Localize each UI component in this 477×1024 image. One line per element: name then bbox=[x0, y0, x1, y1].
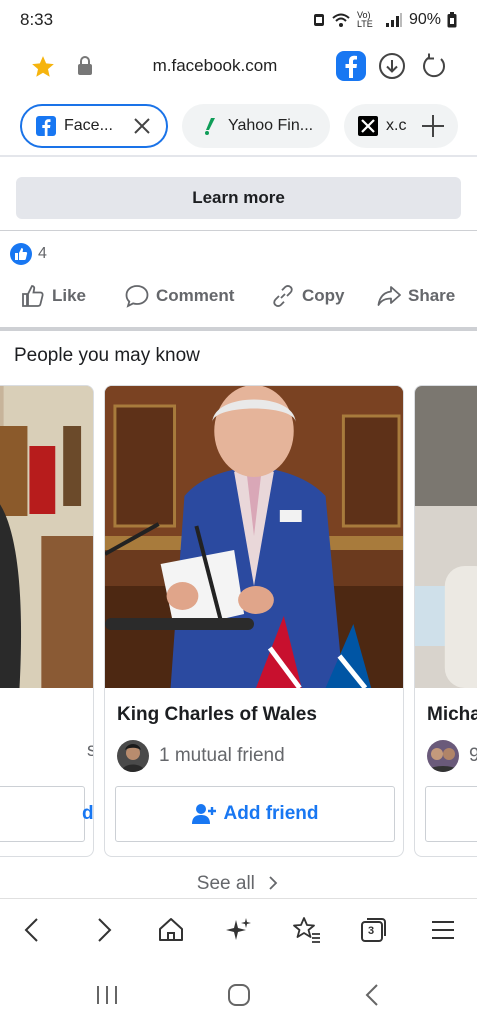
see-all-link[interactable]: See all bbox=[0, 873, 477, 895]
mutual-friends-text: 1 mutual friend bbox=[159, 745, 285, 766]
system-home-icon[interactable] bbox=[224, 980, 254, 1010]
profile-photo[interactable] bbox=[0, 386, 93, 688]
copy-button[interactable]: Copy bbox=[270, 283, 345, 309]
page-content[interactable]: Learn more 4 Like Comment Copy Share Peo… bbox=[0, 155, 477, 897]
comment-button[interactable]: Comment bbox=[124, 283, 234, 309]
battery-percent: 90% bbox=[408, 11, 441, 28]
tab-facebook[interactable]: Face... bbox=[20, 104, 168, 148]
comment-icon bbox=[125, 285, 149, 308]
add-friend-button[interactable]: d bbox=[0, 786, 93, 842]
system-back-icon[interactable] bbox=[358, 980, 388, 1010]
recents-icon[interactable] bbox=[92, 980, 122, 1010]
close-icon[interactable] bbox=[132, 116, 152, 136]
reaction-summary[interactable]: 4 bbox=[10, 243, 47, 265]
url-field[interactable]: m.facebook.com bbox=[120, 56, 310, 76]
sparkle-icon[interactable] bbox=[224, 915, 254, 945]
mutual-friend-avatar bbox=[117, 740, 149, 772]
new-tab-icon[interactable] bbox=[420, 113, 446, 139]
tab-label: Face... bbox=[64, 117, 113, 134]
x-icon bbox=[358, 116, 378, 136]
suggestion-card[interactable]: King Charles of Wales 1 mutual friend Ad… bbox=[104, 385, 404, 857]
system-navigation-bar bbox=[0, 970, 477, 1024]
tabs-button[interactable]: 3 bbox=[358, 915, 388, 945]
browser-bottom-bar: 3 bbox=[0, 898, 477, 960]
facebook-app-icon[interactable] bbox=[336, 51, 366, 81]
notification-icon bbox=[313, 14, 324, 26]
share-icon bbox=[377, 286, 401, 306]
like-button[interactable]: Like bbox=[20, 283, 86, 309]
mutual-friends-text: 9 bbox=[469, 745, 477, 767]
add-friend-button[interactable] bbox=[425, 786, 477, 842]
chevron-right-icon bbox=[269, 876, 278, 890]
learn-more-button[interactable]: Learn more bbox=[16, 177, 461, 219]
mutual-friend-avatar bbox=[427, 740, 459, 772]
people-you-may-know-title: People you may know bbox=[14, 345, 200, 366]
see-all-label: See all bbox=[196, 873, 255, 894]
facebook-icon bbox=[36, 116, 56, 136]
comment-label: Comment bbox=[156, 286, 235, 305]
status-bar: 8:33 Vo) LTE 90% bbox=[0, 0, 477, 40]
back-icon[interactable] bbox=[18, 915, 48, 945]
refresh-icon[interactable] bbox=[420, 52, 448, 80]
status-indicators: Vo) LTE 90% bbox=[313, 11, 457, 29]
tab-strip: Face... Yahoo Fin... x.c bbox=[0, 104, 477, 152]
section-divider bbox=[0, 327, 477, 331]
add-friend-icon bbox=[191, 804, 216, 824]
mutual-friends: 1 mutual friend bbox=[117, 740, 285, 772]
add-friend-label: d bbox=[82, 803, 94, 824]
tab-label: Yahoo Fin... bbox=[228, 117, 314, 134]
link-icon bbox=[273, 285, 293, 307]
copy-label: Copy bbox=[302, 286, 345, 305]
download-icon[interactable] bbox=[378, 52, 406, 80]
network-label: Vo) LTE bbox=[356, 10, 373, 29]
divider bbox=[0, 155, 477, 157]
tab-label: x.c bbox=[386, 117, 407, 134]
status-time: 8:33 bbox=[20, 10, 54, 29]
suggestion-name[interactable]: King Charles of Wales bbox=[117, 704, 317, 726]
share-label: Share bbox=[408, 286, 456, 305]
add-friend-button[interactable]: Add friend bbox=[115, 786, 395, 842]
thumbs-up-icon bbox=[22, 285, 44, 307]
mutual-friends-text: s bbox=[87, 740, 93, 762]
suggestion-card[interactable]: s d bbox=[0, 385, 94, 857]
mutual-friends: 9 bbox=[427, 740, 477, 772]
battery-icon bbox=[447, 12, 457, 28]
tabs-count: 3 bbox=[367, 925, 375, 937]
post-actions: Like Comment Copy Share bbox=[0, 283, 477, 313]
forward-icon[interactable] bbox=[88, 915, 118, 945]
browser-toolbar: m.facebook.com bbox=[0, 44, 477, 90]
tab-yahoo-finance[interactable]: Yahoo Fin... bbox=[182, 104, 330, 148]
mutual-friends: s bbox=[87, 740, 93, 762]
yahoo-icon bbox=[205, 118, 215, 135]
bookmarks-icon[interactable] bbox=[292, 915, 322, 945]
profile-photo[interactable] bbox=[105, 386, 403, 688]
wifi-icon bbox=[332, 13, 350, 27]
signal-icon bbox=[385, 13, 402, 27]
like-reaction-icon bbox=[10, 243, 32, 265]
add-friend-label: Add friend bbox=[223, 803, 319, 824]
lock-icon[interactable] bbox=[76, 56, 94, 76]
home-icon[interactable] bbox=[156, 915, 186, 945]
reaction-count: 4 bbox=[38, 245, 47, 262]
suggestion-name[interactable]: Micha bbox=[427, 704, 477, 726]
suggestion-card[interactable]: Micha 9 bbox=[414, 385, 477, 857]
profile-photo[interactable] bbox=[415, 386, 477, 688]
share-button[interactable]: Share bbox=[376, 283, 455, 309]
divider bbox=[0, 230, 477, 231]
like-label: Like bbox=[52, 286, 87, 305]
menu-icon[interactable] bbox=[428, 915, 458, 945]
star-icon[interactable] bbox=[30, 54, 56, 80]
